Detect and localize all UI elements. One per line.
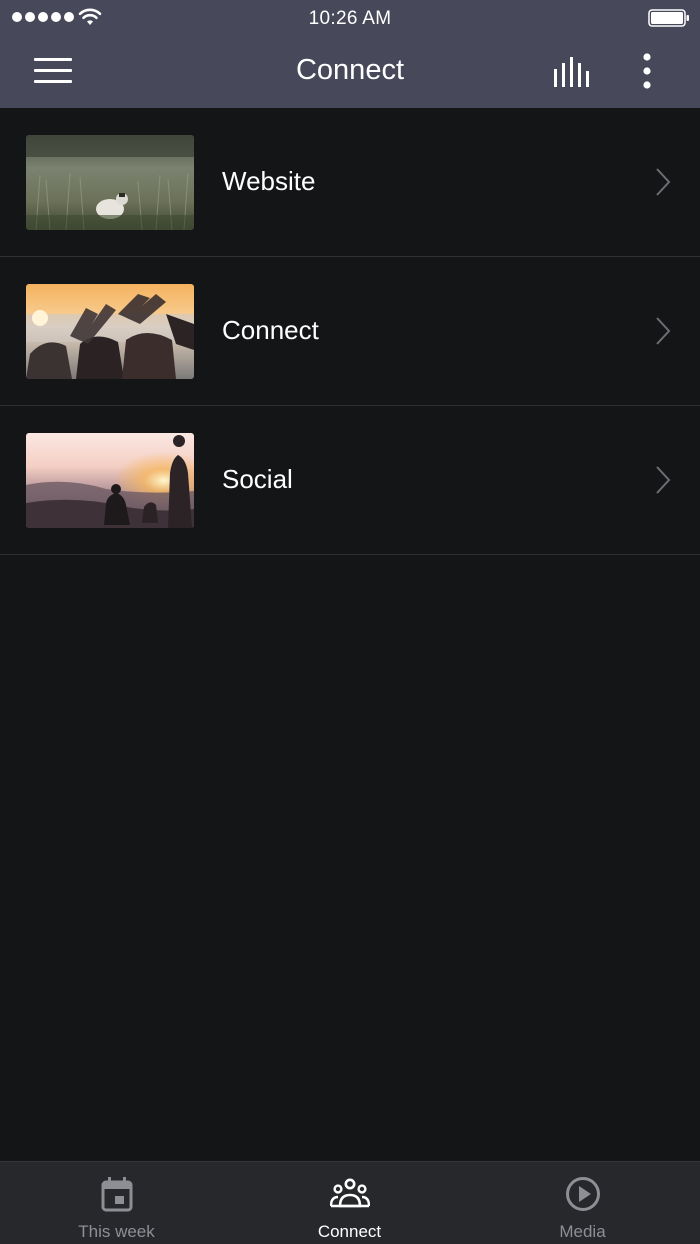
tab-this-week[interactable]: This week bbox=[0, 1162, 233, 1244]
connect-thumbnail bbox=[26, 284, 194, 379]
social-thumbnail bbox=[26, 433, 194, 528]
tab-label: This week bbox=[78, 1222, 155, 1241]
battery-icon bbox=[648, 9, 689, 27]
header: 10:26 AM Connect bbox=[0, 0, 700, 108]
navbar: Connect bbox=[0, 36, 700, 108]
tab-connect[interactable]: Connect bbox=[233, 1162, 466, 1244]
audio-bars-icon[interactable] bbox=[552, 57, 592, 89]
website-thumbnail bbox=[26, 135, 194, 230]
tab-label: Media bbox=[559, 1222, 606, 1241]
list-item-label: Connect bbox=[222, 315, 319, 345]
connect-list: Website Connect Social bbox=[0, 108, 700, 555]
list-item-social[interactable]: Social bbox=[0, 406, 700, 555]
status-bar: 10:26 AM bbox=[0, 0, 700, 36]
list-item-connect[interactable]: Connect bbox=[0, 257, 700, 406]
play-circle-icon bbox=[565, 1177, 600, 1211]
list-item-label: Social bbox=[222, 464, 293, 494]
list-item-website[interactable]: Website bbox=[0, 108, 700, 257]
tab-media[interactable]: Media bbox=[466, 1162, 699, 1244]
app-root: 10:26 AM Connect Website Connect Social … bbox=[0, 0, 700, 1244]
vertical-ellipsis-icon[interactable] bbox=[638, 52, 656, 92]
chevron-right-icon bbox=[656, 168, 671, 196]
status-time: 10:26 AM bbox=[308, 8, 392, 29]
calendar-icon bbox=[101, 1177, 132, 1212]
list-item-label: Website bbox=[222, 166, 316, 196]
tab-label: Connect bbox=[317, 1222, 382, 1241]
tab-bar: This week Connect Media bbox=[0, 1161, 700, 1244]
group-icon bbox=[329, 1178, 370, 1208]
chevron-right-icon bbox=[656, 466, 671, 494]
page-title: Connect bbox=[295, 54, 404, 86]
chevron-right-icon bbox=[656, 317, 671, 345]
